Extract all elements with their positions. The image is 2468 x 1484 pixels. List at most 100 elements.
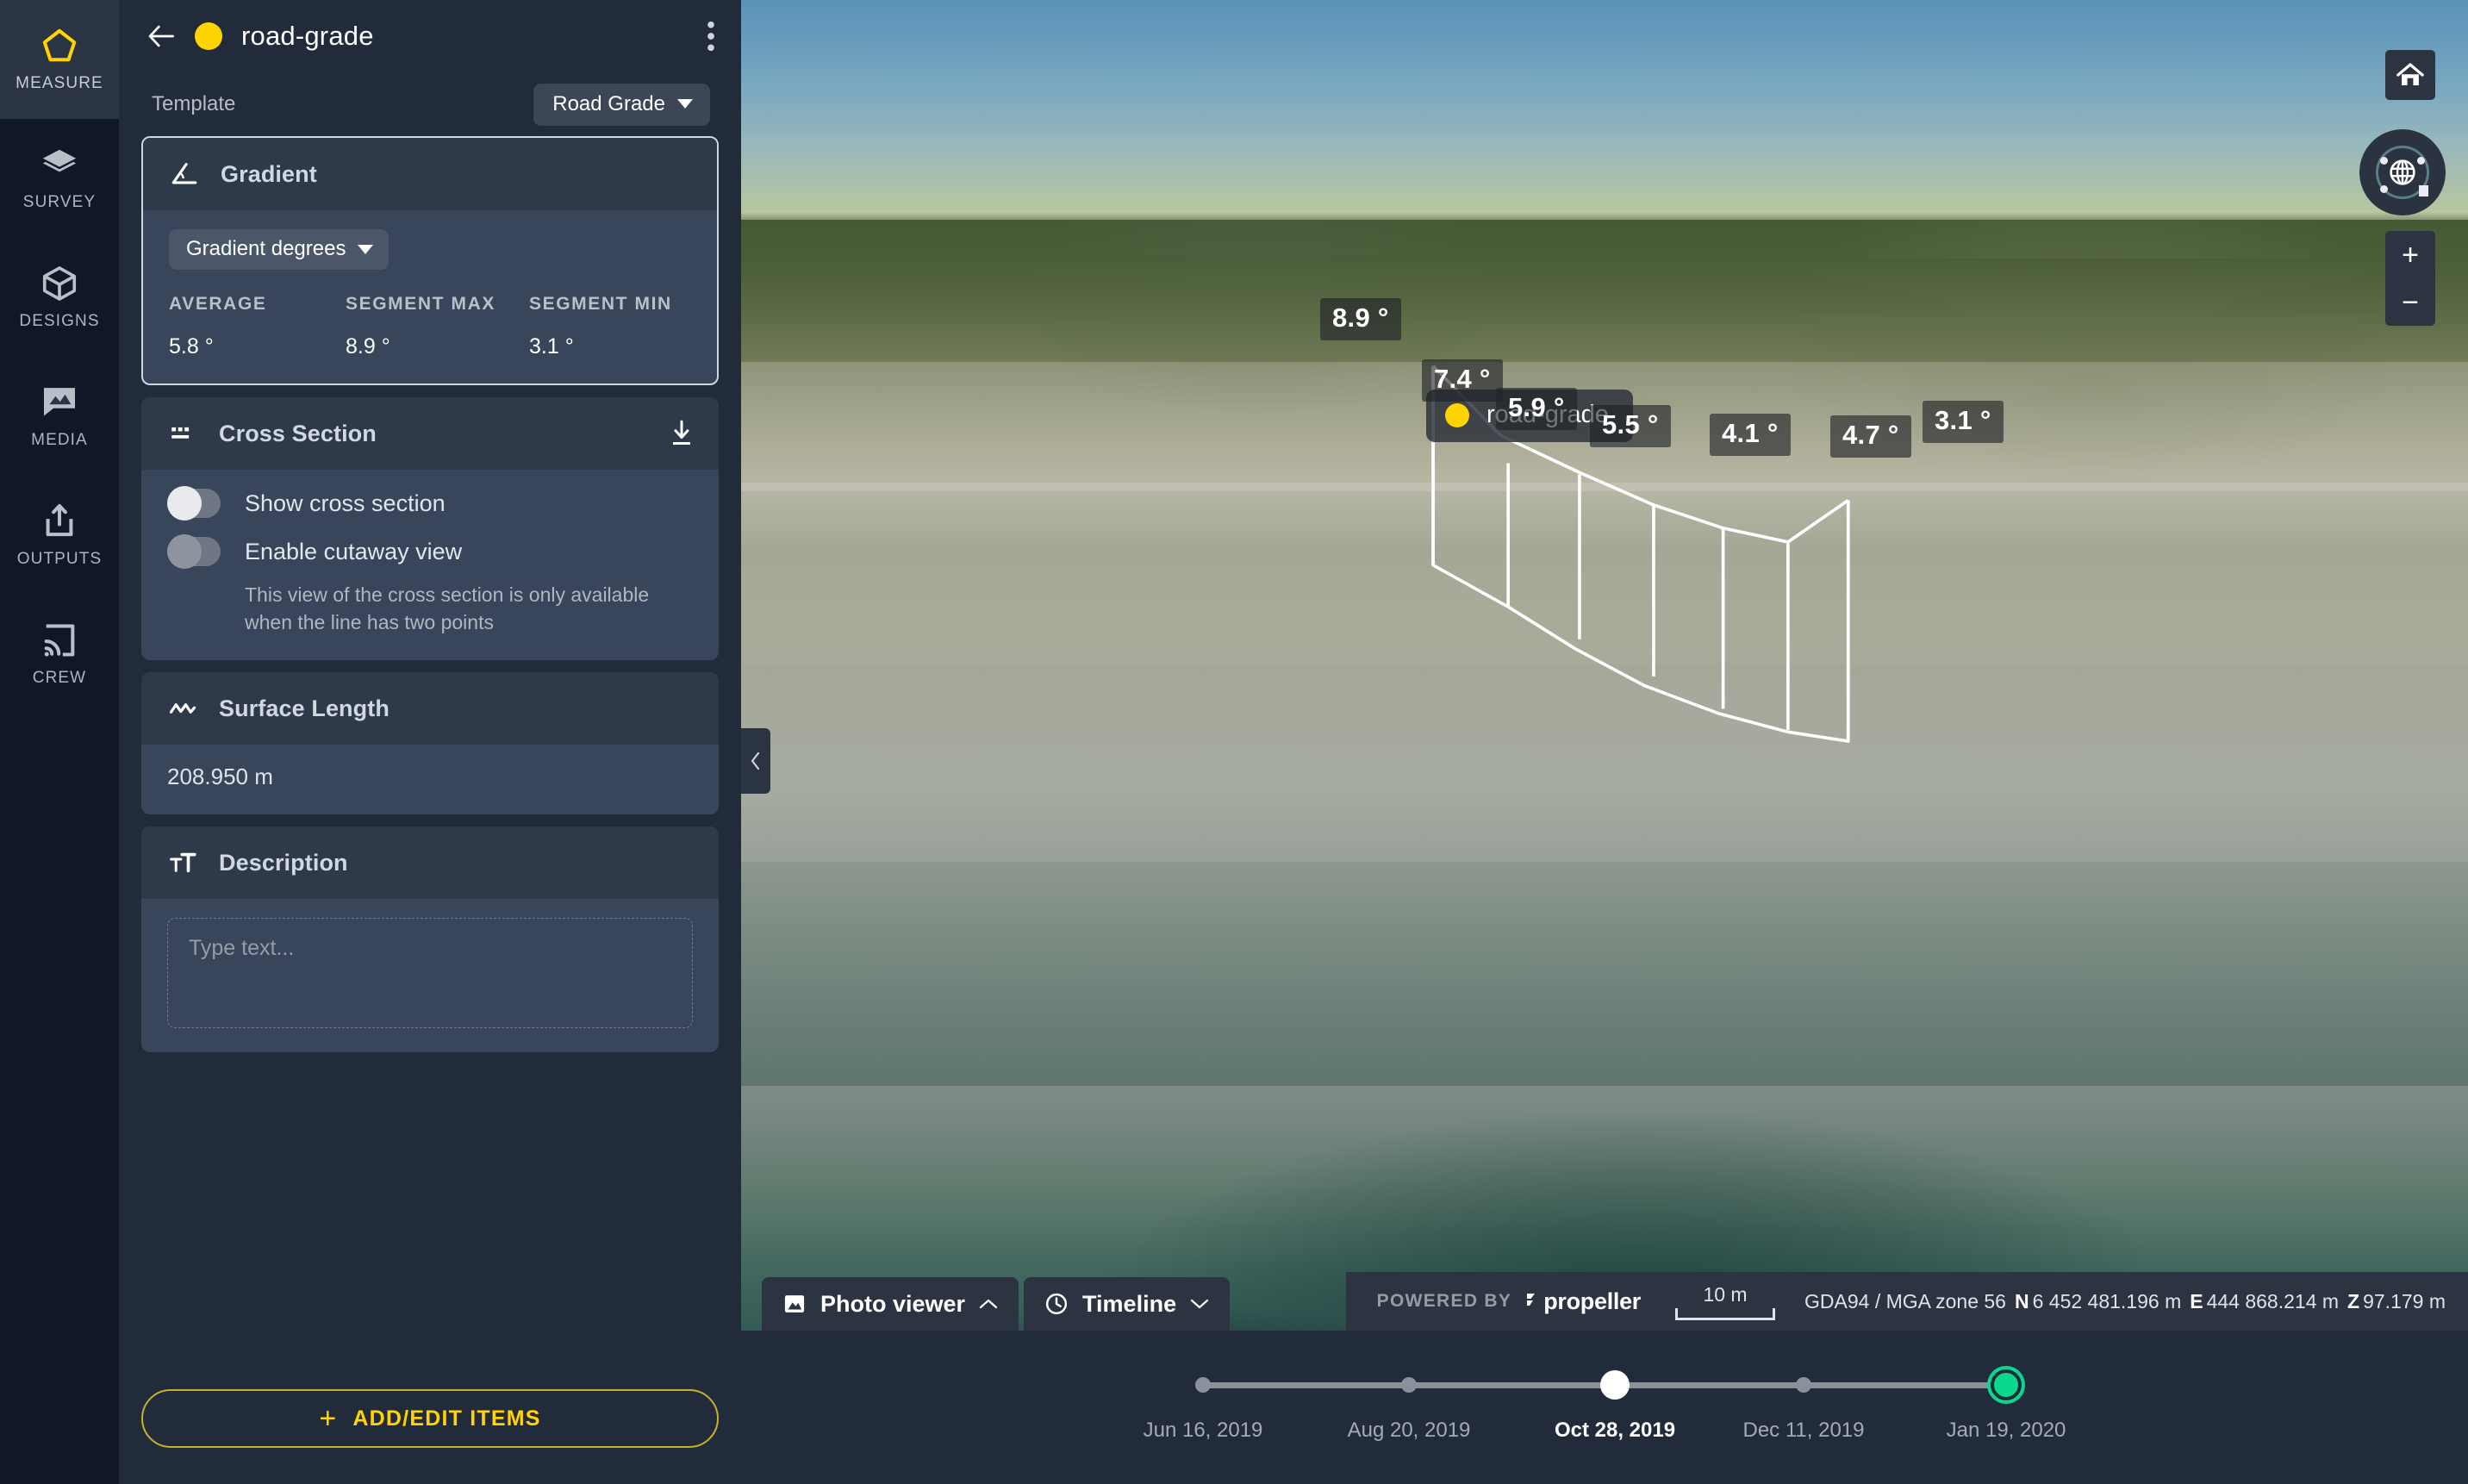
chevron-left-icon: [750, 751, 762, 770]
measurement-detail-panel: road-grade Template Road Grade Gradient: [119, 0, 741, 1484]
north-value: 6 452 481.196 m: [2033, 1290, 2182, 1313]
timeline-toggle-button[interactable]: Timeline: [1024, 1277, 1230, 1331]
scale-label: 10 m: [1675, 1283, 1775, 1306]
measurement-color-dot: [195, 22, 222, 50]
timeline-node[interactable]: [1401, 1377, 1417, 1393]
grade-label: 4.7 °: [1830, 415, 1911, 458]
sidebar-item-label: OUTPUTS: [17, 550, 102, 569]
enable-cutaway-toggle[interactable]: [167, 537, 221, 566]
cube-icon: [40, 264, 79, 303]
sidebar-item-media[interactable]: MEDIA: [0, 357, 119, 476]
app-root: MEASURE SURVEY DESIGNS MEDIA: [0, 0, 2468, 1484]
description-card-header: Description: [141, 826, 719, 899]
download-icon[interactable]: [669, 419, 695, 448]
more-options-icon[interactable]: [707, 19, 715, 53]
east-value: 444 868.214 m: [2207, 1290, 2339, 1313]
stat-label: AVERAGE: [169, 294, 346, 315]
sidebar-item-measure[interactable]: MEASURE: [0, 0, 119, 119]
crs-label: GDA94 / MGA zone 56: [1804, 1290, 2006, 1313]
sidebar-item-designs[interactable]: DESIGNS: [0, 238, 119, 357]
panel-header: road-grade: [119, 0, 741, 72]
grade-label: 8.9 °: [1320, 298, 1401, 340]
scale-bar: 10 m: [1675, 1283, 1775, 1320]
sidebar-item-label: CREW: [33, 669, 86, 688]
viewport-bottom-bar: Photo viewer Timeline: [741, 1272, 2468, 1331]
panel-collapse-handle[interactable]: [741, 728, 770, 794]
timeline-label: Jan 19, 2020: [1947, 1419, 2066, 1443]
enable-cutaway-label: Enable cutaway view: [245, 539, 462, 565]
gradient-unit-select[interactable]: Gradient degrees: [169, 229, 389, 270]
propeller-mark-icon: [1527, 1290, 1541, 1307]
stat-label: SEGMENT MIN: [529, 294, 672, 315]
home-view-button[interactable]: [2385, 50, 2435, 100]
stat-value: 5.8 °: [169, 334, 346, 359]
timeline-label: Aug 20, 2019: [1348, 1419, 1471, 1443]
zoom-in-button[interactable]: +: [2402, 240, 2419, 270]
description-card-body: Type text...: [141, 899, 719, 1052]
bottom-bar-left: Photo viewer Timeline: [741, 1272, 1230, 1331]
gradient-card: Gradient Gradient degrees AVERAGE 5.8 ° …: [141, 136, 719, 385]
timeline-node[interactable]: [1796, 1377, 1811, 1393]
timeline-label: Jun 16, 2019: [1144, 1419, 1263, 1443]
stat-label: SEGMENT MAX: [346, 294, 529, 315]
add-edit-items-button[interactable]: + ADD/EDIT ITEMS: [141, 1389, 719, 1448]
gradient-card-body: Gradient degrees AVERAGE 5.8 ° SEGMENT M…: [143, 210, 717, 383]
zoom-out-button[interactable]: −: [2402, 288, 2419, 317]
timeline-node[interactable]: [1195, 1377, 1211, 1393]
timeline-node-latest[interactable]: [1994, 1373, 2018, 1397]
sidebar-item-outputs[interactable]: OUTPUTS: [0, 476, 119, 595]
timeline-strip: Jun 16, 2019 Aug 20, 2019 Oct 28, 2019 D…: [741, 1331, 2468, 1484]
add-edit-items-label: ADD/EDIT ITEMS: [352, 1406, 540, 1431]
angle-icon: [169, 159, 200, 189]
globe-icon: [2388, 158, 2417, 187]
chevron-down-icon: [677, 99, 693, 109]
timeline-label: Dec 11, 2019: [1743, 1419, 1865, 1443]
stat-segment-min: SEGMENT MIN 3.1 °: [529, 294, 672, 359]
show-cross-section-toggle[interactable]: [167, 489, 221, 518]
timeline-node-current[interactable]: [1600, 1370, 1630, 1400]
3d-viewport[interactable]: road-grade 8.9 ° 7.4 ° 5.9 ° 5.5 ° 4.1 °…: [741, 0, 2468, 1484]
compass-navigation-widget[interactable]: [2359, 129, 2446, 215]
surface-length-card-header: Surface Length: [141, 672, 719, 745]
surface-length-card-title: Surface Length: [219, 695, 390, 722]
template-label: Template: [152, 92, 235, 116]
description-input[interactable]: Type text...: [167, 918, 693, 1028]
zoom-controls: + −: [2385, 231, 2435, 326]
back-arrow-icon[interactable]: [146, 23, 176, 49]
surface-length-value: 208.950 m: [167, 764, 693, 790]
sidebar-item-label: SURVEY: [23, 193, 96, 212]
toggle-knob: [167, 534, 202, 569]
template-select-value: Road Grade: [552, 92, 665, 116]
east-label: E: [2190, 1290, 2203, 1313]
propeller-glyph: [1527, 1294, 1541, 1311]
propeller-wordmark: propeller: [1543, 1288, 1641, 1314]
sky-background: [741, 0, 2468, 241]
north-label: N: [2015, 1290, 2029, 1313]
chevron-down-icon: [358, 245, 373, 254]
template-row: Template Road Grade: [119, 72, 741, 136]
gradient-card-header: Gradient: [143, 138, 717, 210]
compass-north-needle: [2419, 185, 2428, 196]
template-select[interactable]: Road Grade: [533, 84, 710, 126]
image-icon: [40, 383, 79, 422]
sidebar-item-survey[interactable]: SURVEY: [0, 119, 119, 238]
cross-section-card: Cross Section Show cross section Enable …: [141, 397, 719, 660]
grade-label: 4.1 °: [1710, 414, 1791, 456]
surface-length-card: Surface Length 208.950 m: [141, 672, 719, 814]
sidebar-item-crew[interactable]: CREW: [0, 595, 119, 714]
measurement-color-dot: [1445, 403, 1469, 427]
page-title: road-grade: [241, 21, 688, 52]
coordinate-readout: GDA94 / MGA zone 56 N6 452 481.196 m E444 …: [1804, 1290, 2446, 1313]
bottom-bar-right: POWERED BY propeller 10 m GDA94 / MGA zo…: [1346, 1272, 2468, 1331]
cross-section-icon: [167, 419, 198, 448]
clock-icon: [1044, 1292, 1069, 1316]
photo-icon: [782, 1293, 807, 1315]
grade-label: 5.5 °: [1590, 405, 1671, 447]
share-upload-icon: [40, 502, 79, 541]
sidebar-item-label: MEASURE: [16, 74, 103, 93]
timeline-label-current: Oct 28, 2019: [1555, 1419, 1675, 1443]
timeline-toggle-label: Timeline: [1082, 1291, 1176, 1318]
stat-average: AVERAGE 5.8 °: [169, 294, 346, 359]
show-cross-section-row: Show cross section: [167, 489, 693, 518]
photo-viewer-button[interactable]: Photo viewer: [762, 1277, 1019, 1331]
